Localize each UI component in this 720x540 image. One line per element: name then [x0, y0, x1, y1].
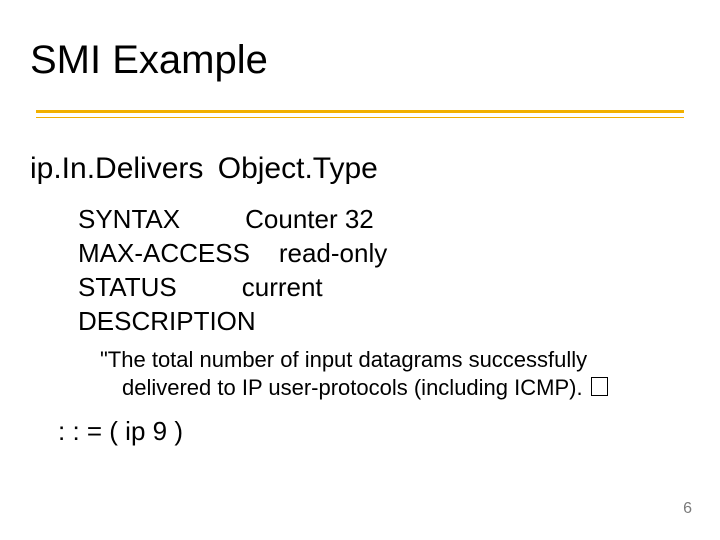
syntax-value: Counter 32: [245, 204, 374, 234]
status-value: current: [242, 272, 323, 302]
object-type-label: Object.Type: [218, 152, 378, 185]
status-key: STATUS: [78, 272, 177, 302]
description-line-2: delivered to IP user-protocols (includin…: [100, 374, 660, 402]
slide: SMI Example ip.In.Delivers Object.Type S…: [0, 0, 720, 540]
tofu-glyph-icon: [591, 377, 608, 396]
description-key-row: DESCRIPTION: [78, 304, 387, 338]
slide-title: SMI Example: [30, 38, 268, 83]
max-access-row: MAX-ACCESS read-only: [78, 236, 387, 270]
definition-body: SYNTAX Counter 32 MAX-ACCESS read-only S…: [78, 202, 387, 338]
syntax-key: SYNTAX: [78, 204, 180, 234]
max-access-value: read-only: [279, 238, 387, 268]
page-number: 6: [683, 500, 692, 518]
syntax-row: SYNTAX Counter 32: [78, 202, 387, 236]
object-header: ip.In.Delivers Object.Type: [30, 152, 378, 186]
description-line-1: "The total number of input datagrams suc…: [100, 346, 660, 374]
max-access-key: MAX-ACCESS: [78, 238, 250, 268]
description-line-2-text: delivered to IP user-protocols (includin…: [122, 375, 589, 400]
oid-assignment: : : = ( ip 9 ): [58, 416, 183, 447]
description-key: DESCRIPTION: [78, 306, 256, 336]
status-row: STATUS current: [78, 270, 387, 304]
title-rule-thick: [36, 110, 684, 113]
description-text: "The total number of input datagrams suc…: [100, 346, 660, 402]
object-identifier: ip.In.Delivers: [30, 152, 203, 185]
title-rule-thin: [36, 117, 684, 118]
